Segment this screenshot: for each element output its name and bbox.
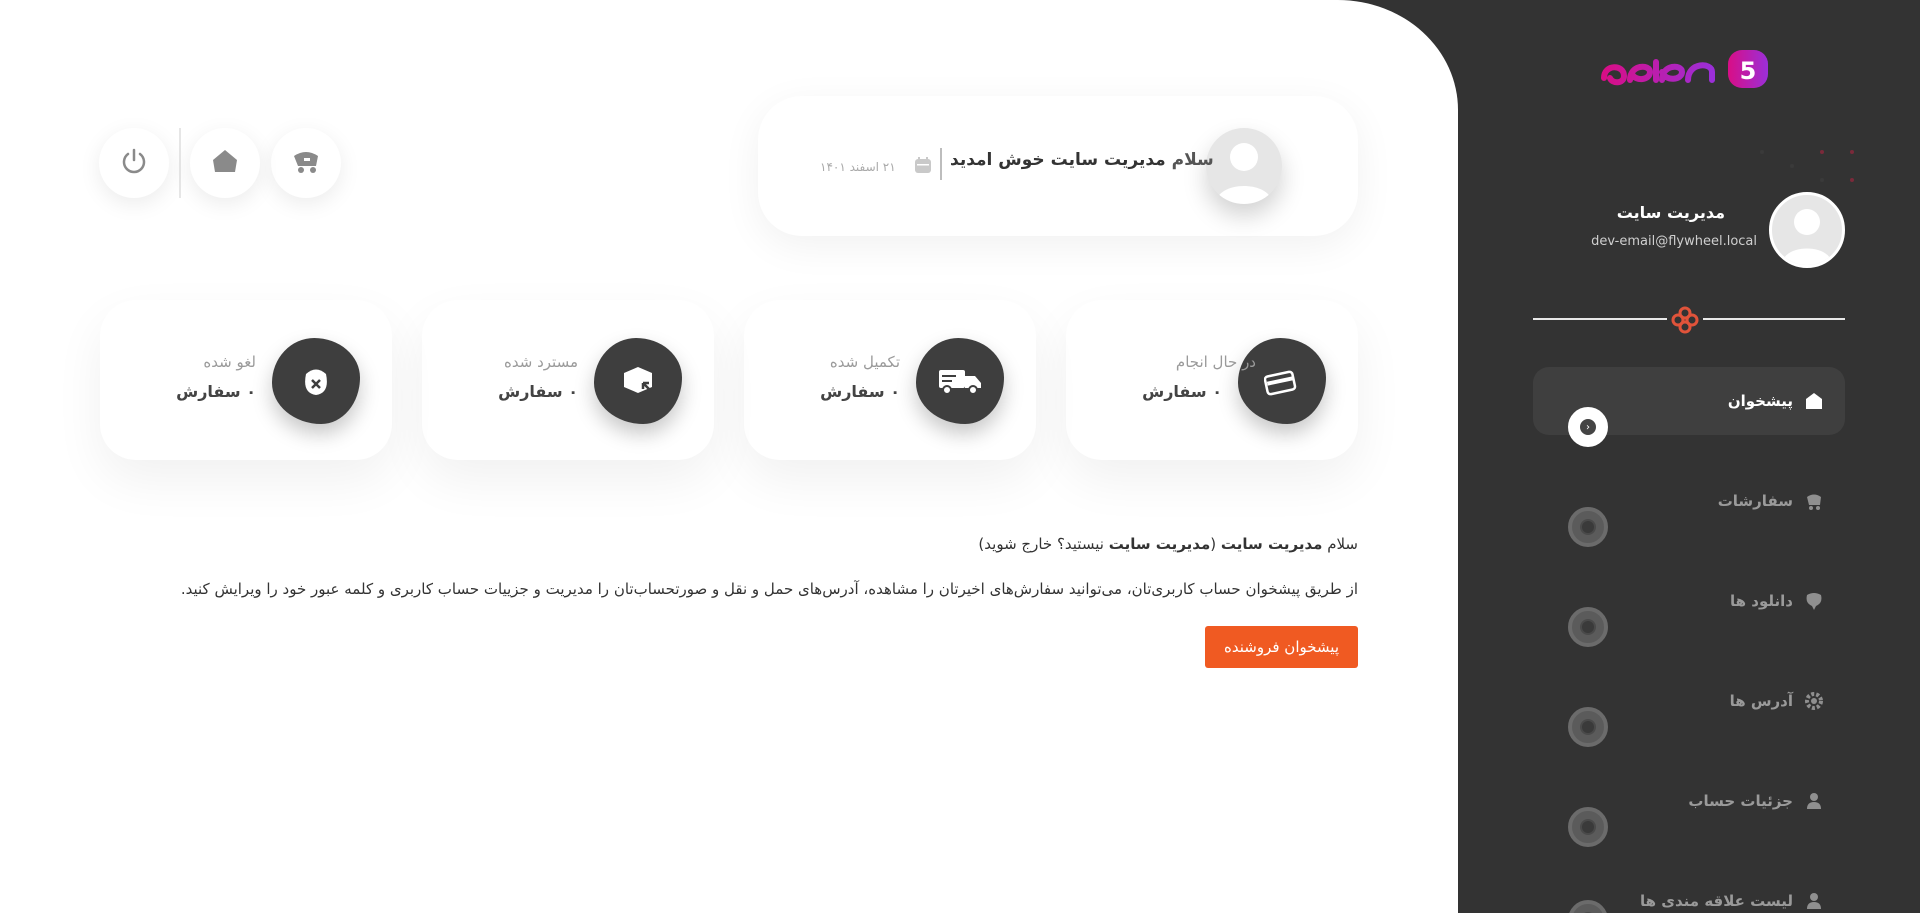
- decorative-dots: [1744, 150, 1854, 190]
- logo-icon: 5: [1601, 50, 1768, 88]
- hello-paren-open: (: [1210, 535, 1221, 553]
- sidebar-bullet: [1568, 807, 1608, 847]
- stat-title: لغو شده: [203, 353, 256, 371]
- stat-title: تکمیل شده: [829, 353, 900, 371]
- header-separator: [940, 148, 942, 180]
- sidebar-item-label: جزئیات حساب: [1688, 792, 1793, 810]
- hello-paren-name: مدیریت سایت: [1108, 535, 1211, 553]
- sidebar-bullet: [1568, 707, 1608, 747]
- header-date: ۲۱ اسفند ۱۴۰۱: [820, 156, 932, 177]
- sidebar-item-label: سفارشات: [1717, 492, 1793, 510]
- stat-title: مسترد شده: [504, 353, 578, 371]
- home-icon: [211, 148, 239, 178]
- logout-link[interactable]: نیستید؟ خارج شوید): [978, 535, 1108, 553]
- user-icon: [1803, 790, 1825, 812]
- stat-value: ۰ سفارش: [498, 382, 578, 401]
- download-icon: [1803, 590, 1825, 612]
- site-logo[interactable]: 5: [1596, 42, 1776, 92]
- greeting-name: مدیریت سایت: [1050, 150, 1166, 170]
- sidebar-item-label: دانلود ها: [1730, 592, 1793, 610]
- profile-name: مدیریت سایت: [1616, 203, 1725, 222]
- stat-value: ۰ سفارش: [1142, 382, 1222, 401]
- profile-email: dev-email@flywheel.local: [1591, 234, 1757, 249]
- top-actions-separator: [179, 128, 181, 198]
- dashboard-icon: [1803, 390, 1825, 412]
- greeting-text: سلام مدیریت سایت خوش امدید: [950, 150, 1214, 170]
- return-box-icon: [594, 338, 682, 424]
- hello-name: مدیریت سایت: [1220, 535, 1323, 553]
- greeting-suffix: خوش امدید: [950, 150, 1045, 170]
- stat-value: ۰ سفارش: [820, 382, 900, 401]
- profile-avatar[interactable]: [1769, 192, 1845, 268]
- vendor-dashboard-button[interactable]: پیشخوان فروشنده: [1205, 626, 1358, 668]
- sidebar-bullet-active: ‹: [1568, 407, 1608, 447]
- user-silhouette-icon: [1782, 209, 1832, 265]
- greeting-prefix: سلام: [1171, 150, 1214, 170]
- home-button[interactable]: [190, 128, 260, 198]
- header-avatar[interactable]: [1206, 128, 1282, 204]
- date-text: ۲۱ اسفند ۱۴۰۱: [820, 159, 896, 174]
- flower-ornament-icon: [1671, 306, 1699, 334]
- hello-prefix: سلام: [1327, 535, 1358, 553]
- power-icon: [120, 147, 148, 179]
- card-icon: [1238, 338, 1326, 424]
- stat-value: ۰ سفارش: [176, 382, 256, 401]
- sidebar-item-label: پیشخوان: [1727, 392, 1793, 410]
- stat-title: در حال انجام: [1175, 353, 1256, 371]
- sidebar-item-label: لیست علاقه مندی ها: [1640, 892, 1793, 910]
- logout-button[interactable]: [99, 128, 169, 198]
- wishlist-icon: [1803, 890, 1825, 912]
- dashboard-description: از طریق پیشخوان حساب کاربری‌تان، می‌توان…: [180, 580, 1358, 598]
- address-icon: [1803, 690, 1825, 712]
- sidebar-item-label: آدرس ها: [1729, 692, 1793, 710]
- calendar-icon: [914, 156, 932, 177]
- cart-icon: [292, 148, 320, 178]
- sidebar-bullet: [1568, 607, 1608, 647]
- truck-icon: [916, 338, 1004, 424]
- svg-text:5: 5: [1740, 57, 1757, 85]
- chevron-left-icon: ‹: [1580, 419, 1596, 435]
- divider-ornament: [1667, 306, 1703, 334]
- orders-icon: [1803, 490, 1825, 512]
- sidebar-bullet: [1568, 507, 1608, 547]
- hello-paragraph: سلام مدیریت سایت (مدیریت سایت نیستید؟ خا…: [978, 535, 1358, 553]
- cancel-bag-icon: [272, 338, 360, 424]
- cart-button[interactable]: [271, 128, 341, 198]
- user-silhouette-icon: [1216, 143, 1272, 204]
